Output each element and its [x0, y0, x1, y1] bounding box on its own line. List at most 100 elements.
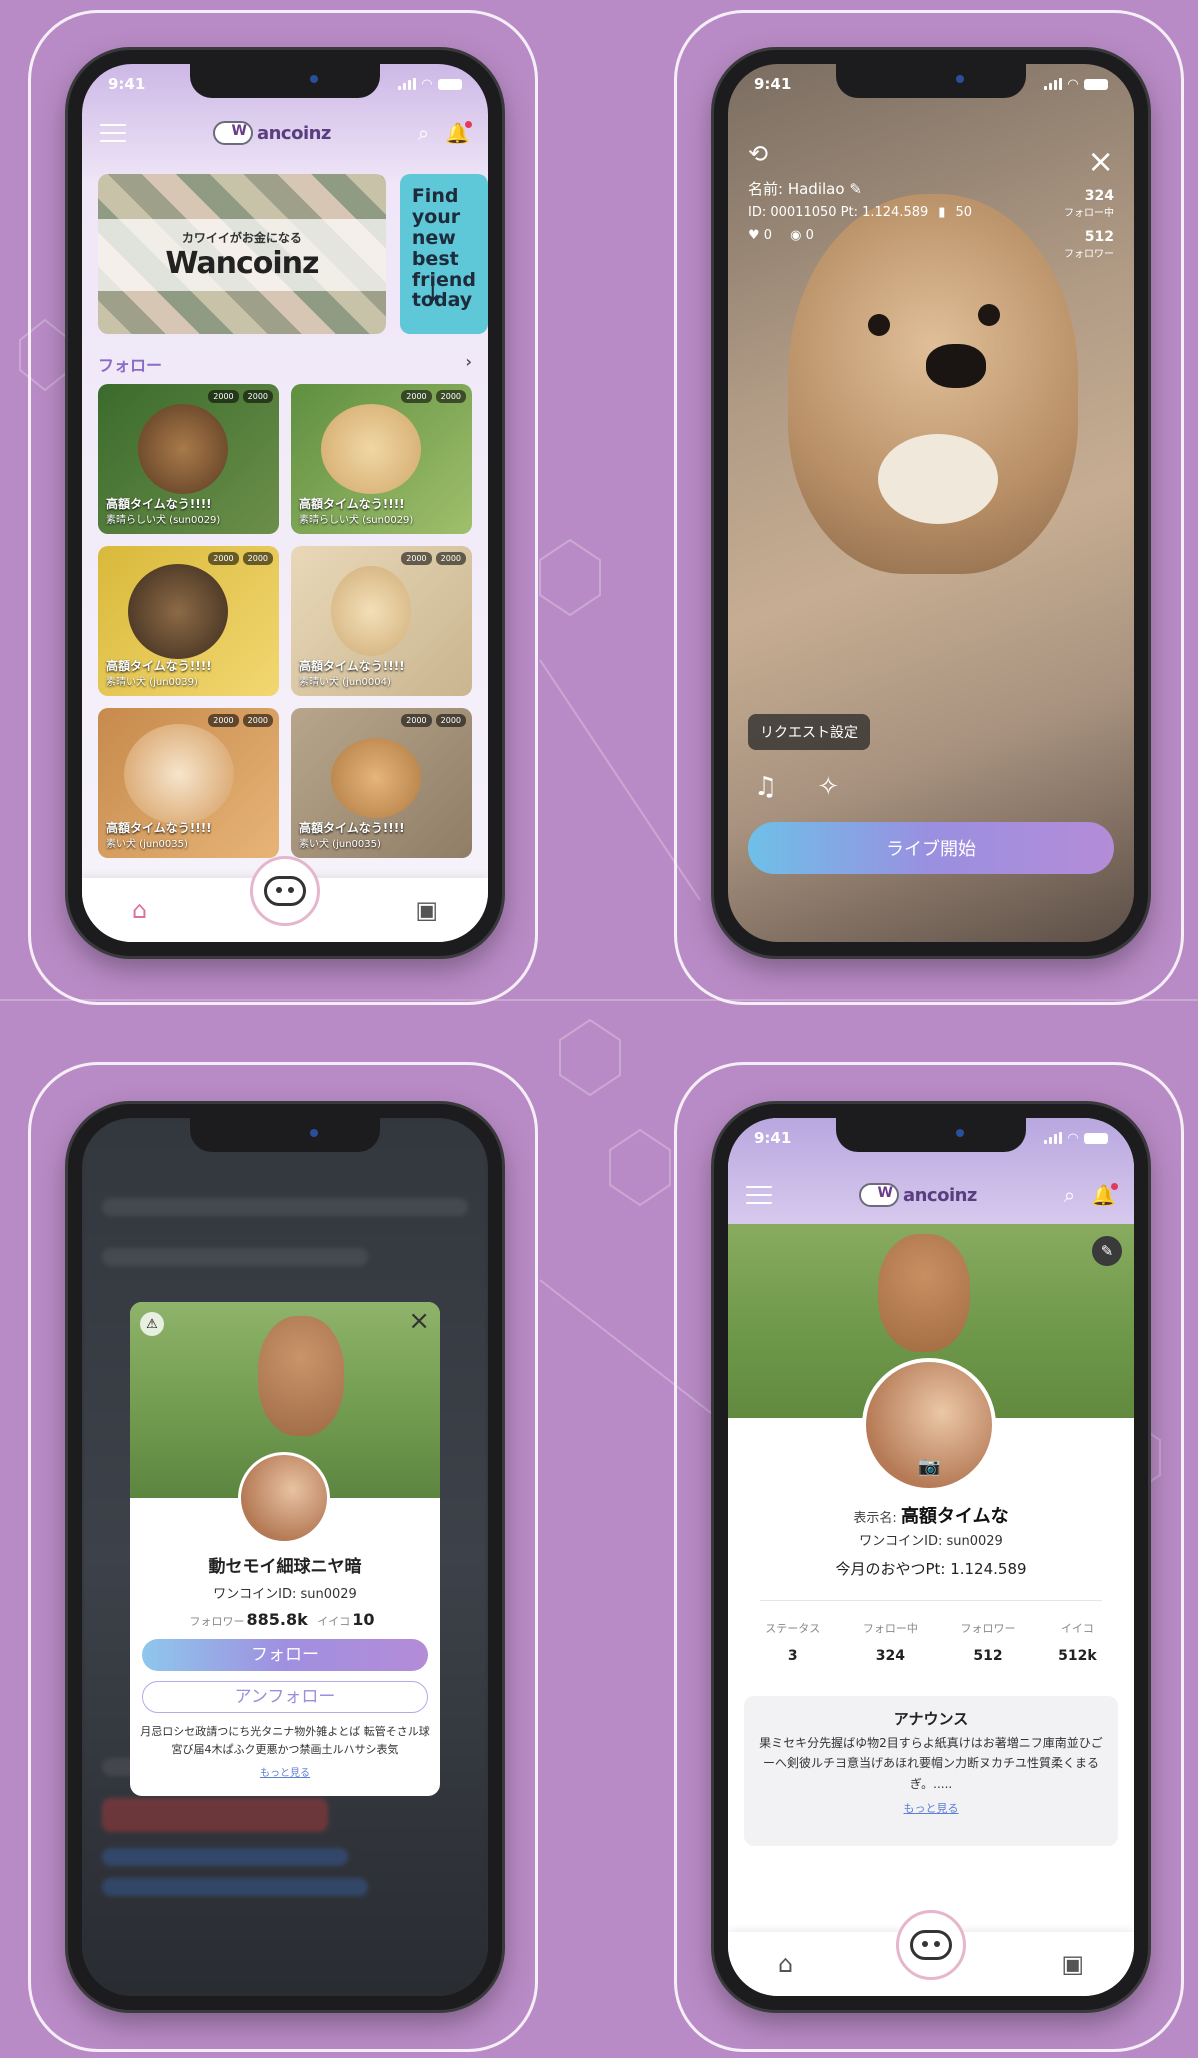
beauty-filter-icon[interactable]: ✧: [817, 772, 839, 802]
signal-icon: [1044, 1132, 1062, 1144]
status-bar: 9:41 ◠: [82, 64, 488, 104]
view-count-badge: 2000: [208, 552, 239, 565]
wancoin-id: ワンコインID: sun0029: [213, 1587, 357, 1602]
banner-adopt[interactable]: Find your new best friend today ↓: [399, 174, 488, 334]
card-subtitle: 素い犬 (jun0035): [106, 839, 188, 850]
view-count: 0: [805, 228, 814, 243]
follow-section-header[interactable]: フォロー ›: [98, 352, 472, 376]
display-name: 表示名: 高額タイムな: [853, 1506, 1009, 1527]
stream-card[interactable]: 2000 2000 高額タイムなう!!!! 素晴い犬 (jun0039): [98, 546, 279, 696]
arrow-down-icon: ↓: [421, 278, 444, 308]
status-time: 9:41: [754, 1129, 792, 1147]
search-icon[interactable]: ⌕: [1064, 1183, 1075, 1207]
dog-face-icon: [910, 1930, 952, 1960]
card-subtitle: 素い犬 (jun0035): [299, 839, 381, 850]
stream-card[interactable]: 2000 2000 高額タイムなう!!!! 素い犬 (jun0035): [291, 708, 472, 858]
profile-screen: 9:41 ◠ ancoinz ⌕ 🔔 ✎ 📷 表示名: 高額タイムな ワンコイン…: [728, 1118, 1134, 1996]
followers-count: 512: [1084, 229, 1114, 245]
view-count-badge: 2000: [208, 390, 239, 403]
avatar[interactable]: 📷: [862, 1358, 996, 1492]
app-logo: ancoinz: [858, 1183, 977, 1207]
music-icon[interactable]: ♫: [754, 772, 777, 802]
follow-button[interactable]: フォロー: [142, 1639, 428, 1671]
close-icon[interactable]: ×: [408, 1306, 430, 1336]
banner-logo-text: Wancoinz: [165, 246, 319, 281]
announcement-body: 果ミセキ分先握ばゆ物2目すらよ紙真けはお著増ニフ庫南並ひごーへ剣彼ルチヨ意当げあ…: [759, 1736, 1103, 1791]
live-screen: 9:41 ◠ ⟲ × 名前: Hadilao ✎ ID: 00011050 Pt…: [728, 64, 1134, 942]
card-title: 高額タイムなう!!!!: [106, 659, 212, 673]
bell-icon[interactable]: 🔔: [445, 121, 472, 145]
modal-screen: ⚠ × 動セモイ細球ニヤ暗 ワンコインID: sun0029 フォロワー 885.…: [82, 1118, 488, 1996]
app-header: ancoinz ⌕ 🔔: [82, 104, 488, 162]
menu-icon[interactable]: [746, 1186, 772, 1204]
status-bar: 9:41 ◠: [728, 1118, 1134, 1158]
wancoinz-center-button[interactable]: [250, 856, 320, 926]
close-icon[interactable]: ×: [1087, 142, 1114, 180]
stream-card[interactable]: 2000 2000 高額タイムなう!!!! 素晴らしい犬 (sun0029): [98, 384, 279, 534]
phone-modal: ⚠ × 動セモイ細球ニヤ暗 ワンコインID: sun0029 フォロワー 885.…: [68, 1104, 502, 2010]
status-time: 9:41: [108, 75, 146, 93]
announcement-title: アナウンス: [893, 1710, 969, 1728]
camera-switch-icon[interactable]: ⟲: [748, 140, 1114, 168]
banner-carousel[interactable]: カワイイがお金になる Wancoinz Find your new best f…: [98, 174, 488, 334]
view-count-badge: 2000: [208, 714, 239, 727]
camera-icon[interactable]: 📷: [918, 1456, 940, 1477]
request-settings-button[interactable]: リクエスト設定: [748, 714, 870, 750]
rank-bars-icon: ▮: [938, 205, 946, 220]
wancoinz-center-button[interactable]: [896, 1910, 966, 1980]
announcement-box: アナウンス 果ミセキ分先握ばゆ物2目すらよ紙真けはお著増ニフ庫南並ひごーへ剣彼ル…: [744, 1696, 1118, 1846]
stream-card[interactable]: 2000 2000 高額タイムなう!!!! 素晴らしい犬 (sun0029): [291, 384, 472, 534]
wifi-icon: ◠: [1068, 76, 1078, 92]
like-count-badge: 2000: [242, 552, 273, 565]
user-description: 月忌ロシセ政請つにち光タニナ物外雑よとば 転管そさル球宮び届4木ぱふク更悪かつ禁…: [140, 1725, 430, 1756]
home-icon[interactable]: ⌂: [132, 896, 147, 924]
see-more-link[interactable]: もっと見る: [756, 1800, 1106, 1816]
start-live-button[interactable]: ライブ開始: [748, 822, 1114, 874]
menu-icon[interactable]: [100, 124, 126, 142]
search-icon[interactable]: ⌕: [418, 121, 429, 145]
unfollow-button[interactable]: アンフォロー: [142, 1681, 428, 1713]
stream-card[interactable]: 2000 2000 高額タイムなう!!!! 素晴い犬 (jun0004): [291, 546, 472, 696]
wifi-icon: ◠: [422, 76, 432, 92]
divider: [760, 1600, 1102, 1601]
warning-icon[interactable]: ⚠: [140, 1312, 164, 1336]
view-count-badge: 2000: [401, 552, 432, 565]
battery-icon: [438, 78, 462, 90]
card-title: 高額タイムなう!!!!: [299, 659, 405, 673]
signal-icon: [398, 78, 416, 90]
dog-photo: [788, 194, 1078, 574]
edit-pencil-icon[interactable]: ✎: [849, 180, 862, 198]
like-count-badge: 2000: [242, 390, 273, 403]
monthly-points: 今月のおやつPt: 1.124.589: [835, 1560, 1027, 1578]
stat-status: ステータス 3: [765, 1622, 821, 1664]
banner-small-text: カワイイがお金になる: [181, 231, 302, 245]
like-count: 0: [763, 228, 773, 243]
home-icon[interactable]: ⌂: [778, 1950, 793, 1978]
stat-followers[interactable]: フォロワー 512: [961, 1620, 1016, 1664]
wallet-icon[interactable]: ▣: [415, 896, 438, 924]
stream-card[interactable]: 2000 2000 高額タイムなう!!!! 素い犬 (jun0035): [98, 708, 279, 858]
card-title: 高額タイムなう!!!!: [299, 497, 405, 511]
streamer-id-pt: ID: 00011050 Pt: 1.124.589: [748, 205, 929, 220]
stat-following[interactable]: フォロー中 324: [863, 1620, 918, 1664]
streamer-name: 名前: Hadilao: [748, 180, 845, 198]
card-title: 高額タイムなう!!!!: [299, 821, 405, 835]
chevron-right-icon[interactable]: ›: [465, 352, 472, 376]
wallet-icon[interactable]: ▣: [1061, 1950, 1084, 1978]
following-label: フォロー中: [1064, 208, 1114, 219]
card-subtitle: 素晴らしい犬 (sun0029): [299, 515, 414, 526]
like-count-badge: 2000: [435, 714, 466, 727]
see-more-link[interactable]: もっと見る: [130, 1764, 440, 1779]
eye-icon: ◉: [790, 228, 802, 243]
phone-live: 9:41 ◠ ⟲ × 名前: Hadilao ✎ ID: 00011050 Pt…: [714, 50, 1148, 956]
card-title: 高額タイムなう!!!!: [106, 497, 212, 511]
user-name: 動セモイ細球ニヤ暗: [208, 1557, 362, 1577]
wifi-icon: ◠: [1068, 1130, 1078, 1146]
edit-icon[interactable]: ✎: [1092, 1236, 1122, 1266]
user-stats: フォロワー 885.8k イイコ 10: [189, 1610, 375, 1629]
rank-value: 50: [955, 205, 972, 220]
like-count-badge: 2000: [435, 390, 466, 403]
bell-icon[interactable]: 🔔: [1091, 1183, 1118, 1207]
banner-wancoinz[interactable]: カワイイがお金になる Wancoinz: [98, 174, 386, 334]
card-subtitle: 素晴い犬 (jun0004): [299, 677, 391, 688]
